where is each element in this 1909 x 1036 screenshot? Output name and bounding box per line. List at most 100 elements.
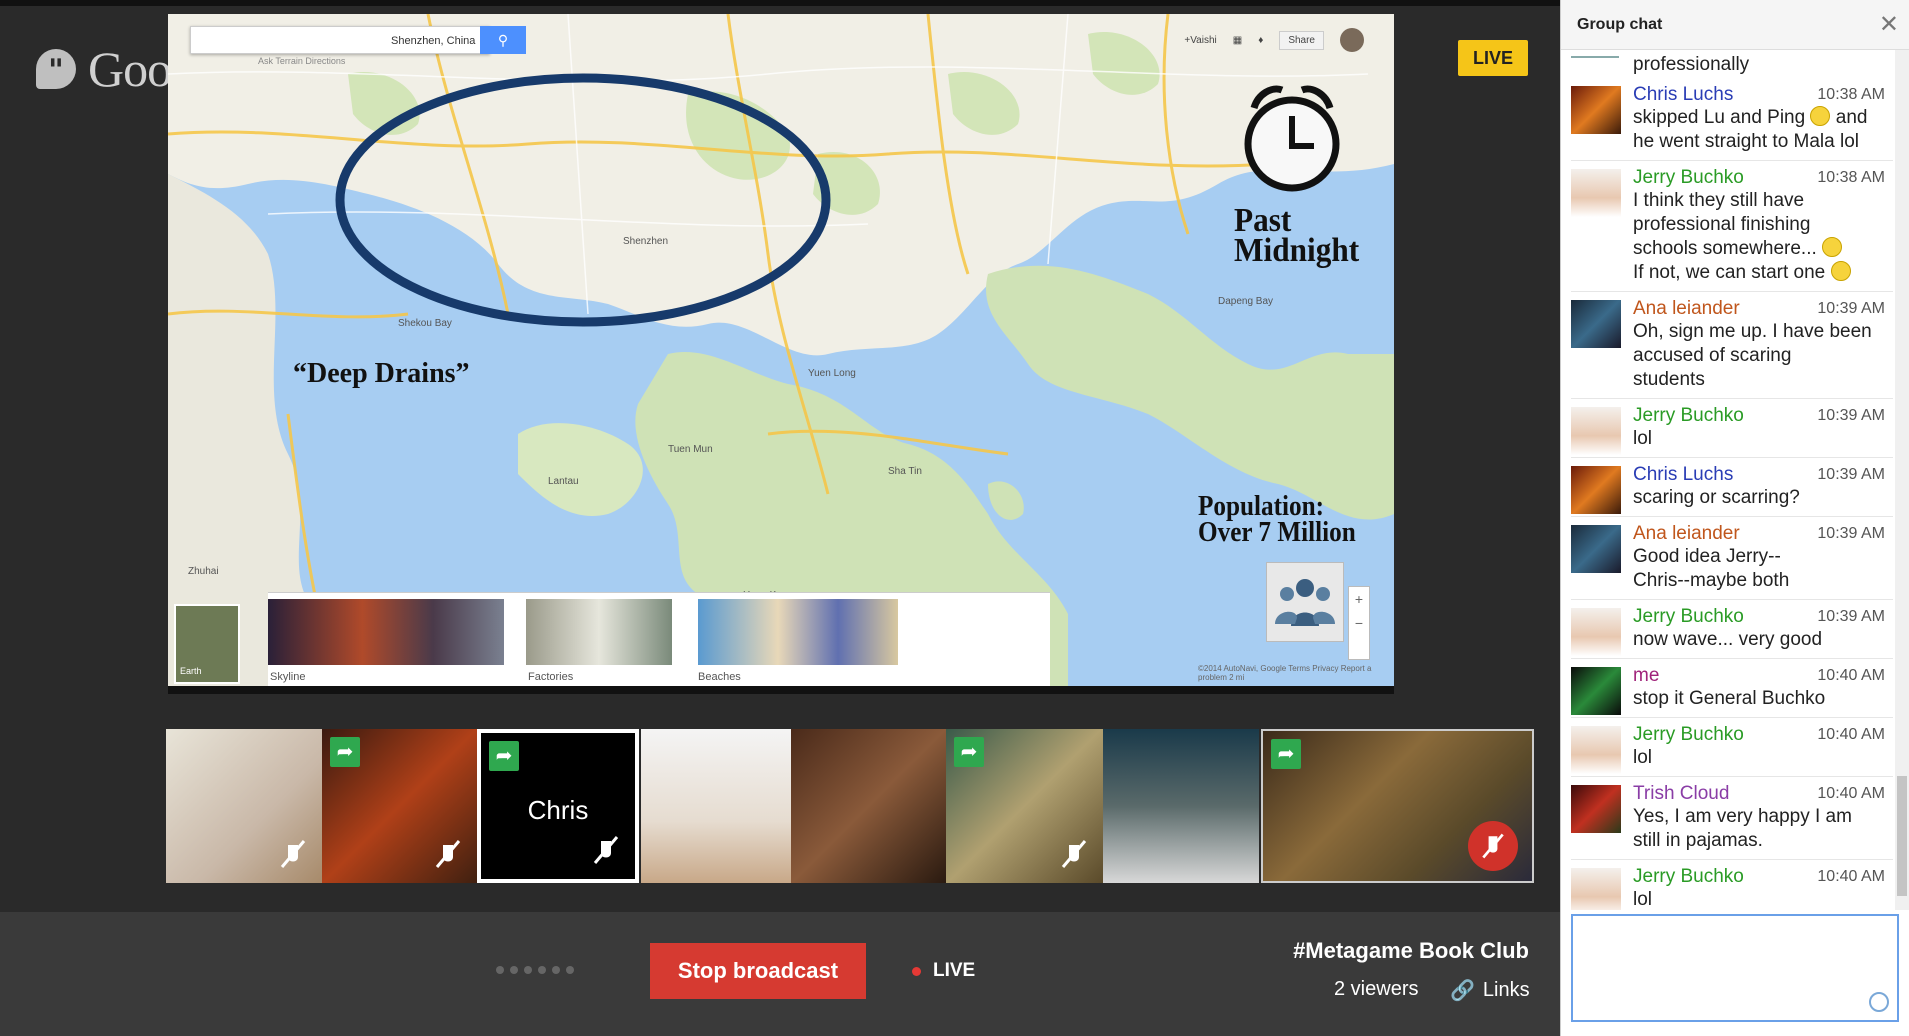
map-search-button[interactable]: ⚲ bbox=[480, 26, 526, 54]
past-midnight-line-2: Midnight bbox=[1234, 232, 1360, 269]
screenshare-icon: ➦ bbox=[1271, 739, 1301, 769]
chat-avatar[interactable] bbox=[1571, 466, 1621, 514]
chat-message-text: skipped Lu and Ping and bbox=[1633, 106, 1868, 128]
chat-timestamp: 10:40 AM bbox=[1817, 667, 1885, 684]
chat-message-text: accused of scaring bbox=[1633, 345, 1792, 366]
chat-message-text: I think they still have bbox=[1633, 190, 1805, 211]
people-group-icon bbox=[1266, 562, 1344, 642]
link-icon: 🔗 bbox=[1450, 980, 1475, 1002]
notification-bell-icon[interactable]: ♦ bbox=[1258, 35, 1263, 46]
map-search-options[interactable]: Ask Terrain Directions bbox=[258, 56, 345, 66]
participant-tile-2[interactable]: ➦ bbox=[322, 729, 477, 883]
main-stage-video[interactable]: Shenzhen Hong Kong Zhuhai Shekou Bay Dap… bbox=[168, 14, 1394, 694]
map-user-link[interactable]: +Vaishi bbox=[1184, 35, 1216, 46]
map-share-button[interactable]: Share bbox=[1279, 30, 1324, 50]
viewer-count: 2 viewers bbox=[1334, 978, 1419, 1000]
emoji-icon[interactable] bbox=[1869, 992, 1889, 1012]
map-place-zhuhai: Zhuhai bbox=[188, 566, 219, 577]
chat-message-text: professionally bbox=[1633, 54, 1750, 75]
thumb-factories[interactable] bbox=[526, 599, 672, 665]
chat-message-text: scaring or scarring? bbox=[1633, 487, 1800, 508]
apps-grid-icon[interactable]: ▦ bbox=[1233, 35, 1242, 46]
chat-message-text: Oh, sign me up. I have been bbox=[1633, 321, 1872, 342]
participant-tile-8[interactable]: ➦ bbox=[1261, 729, 1534, 883]
chat-message: Jerry Buchko 10:40 AM lol bbox=[1571, 860, 1893, 910]
thumb-beaches[interactable] bbox=[698, 599, 898, 665]
chat-message-text: If not, we can start one bbox=[1633, 261, 1893, 285]
event-title[interactable]: #Metagame Book Club bbox=[1293, 938, 1529, 964]
participant-tile-6[interactable]: ➦ bbox=[946, 729, 1103, 883]
map-photo-carousel: Skyline Factories Beaches bbox=[268, 592, 1050, 686]
thumb-skyline[interactable] bbox=[268, 599, 504, 665]
participant-tile-1[interactable] bbox=[166, 729, 322, 883]
chat-message: Jerry Buchko 10:39 AM lol bbox=[1571, 399, 1893, 458]
chat-message-text: lol bbox=[1633, 428, 1653, 449]
mic-muted-icon bbox=[280, 840, 306, 868]
map-account-avatar[interactable] bbox=[1340, 28, 1364, 52]
mic-muted-red-icon[interactable] bbox=[1468, 821, 1518, 871]
thumb-label-skyline: Skyline bbox=[270, 671, 306, 683]
map-place-tuen-mun: Tuen Mun bbox=[668, 444, 713, 455]
screenshare-icon: ➦ bbox=[489, 741, 519, 771]
participant-name: Chris bbox=[527, 795, 589, 825]
chat-message-text: he went straight to Mala lol bbox=[1633, 131, 1860, 152]
past-midnight-label: Past Midnight bbox=[1234, 204, 1360, 269]
deep-drains-label: “Deep Drains” bbox=[293, 358, 470, 389]
smiley-emoji-icon bbox=[1810, 106, 1831, 126]
smiley-emoji-icon bbox=[1830, 261, 1851, 281]
map-place-yuen-long: Yuen Long bbox=[808, 368, 856, 379]
chat-timestamp: 10:40 AM bbox=[1817, 726, 1885, 743]
chat-message: Chris Luchs 10:38 AM skipped Lu and Ping a… bbox=[1571, 78, 1893, 161]
chat-title: Group chat bbox=[1577, 16, 1663, 33]
chat-timestamp: 10:39 AM bbox=[1817, 466, 1885, 483]
map-place-lantau: Lantau bbox=[548, 476, 579, 487]
map-zoom-control[interactable]: + − bbox=[1348, 586, 1370, 660]
zoom-out-icon[interactable]: − bbox=[1349, 611, 1369, 635]
screenshare-icon: ➦ bbox=[954, 737, 984, 767]
chat-avatar[interactable] bbox=[1571, 300, 1621, 348]
participant-tile-chris[interactable]: ➦ Chris bbox=[477, 729, 639, 883]
map-place-dapeng: Dapeng Bay bbox=[1218, 296, 1273, 307]
chat-message-list[interactable]: professionally Chris Luchs 10:38 AM skippe… bbox=[1561, 50, 1893, 910]
chat-message: Jerry Buchko 10:39 AM now wave... very goo… bbox=[1571, 600, 1893, 659]
chat-avatar[interactable] bbox=[1571, 608, 1621, 656]
thumb-label-factories: Factories bbox=[528, 671, 574, 683]
chat-message-text: stop it General Buchko bbox=[1633, 688, 1826, 709]
close-icon[interactable]: ✕ bbox=[1879, 10, 1899, 39]
chat-avatar[interactable] bbox=[1571, 86, 1621, 134]
chat-timestamp: 10:40 AM bbox=[1817, 785, 1885, 802]
links-button[interactable]: 🔗 Links bbox=[1450, 978, 1530, 1003]
chat-avatar[interactable] bbox=[1571, 868, 1621, 910]
chat-avatar[interactable] bbox=[1571, 407, 1621, 455]
chat-avatar[interactable] bbox=[1571, 785, 1621, 833]
chat-scrollbar[interactable] bbox=[1895, 50, 1909, 910]
map-search-input[interactable]: Shenzhen, China bbox=[190, 26, 490, 54]
group-chat-panel: Group chat ✕ professionally Chris Luchs 1… bbox=[1560, 0, 1909, 1036]
chat-header: Group chat ✕ bbox=[1561, 0, 1909, 50]
participant-tile-7[interactable] bbox=[1103, 729, 1259, 883]
chat-message-text: now wave... very good bbox=[1633, 629, 1823, 650]
stop-broadcast-button[interactable]: Stop broadcast bbox=[650, 943, 866, 999]
chat-message-text: lol bbox=[1633, 747, 1653, 768]
live-dot-icon bbox=[912, 966, 921, 976]
chat-input-box[interactable] bbox=[1571, 914, 1899, 1022]
chat-message-text: Yes, I am very happy I am bbox=[1633, 806, 1852, 827]
chat-message-text: lol bbox=[1633, 889, 1653, 910]
chat-message-input[interactable] bbox=[1573, 916, 1897, 1020]
chat-message-text: Chris--maybe both bbox=[1633, 570, 1790, 591]
participant-tile-4[interactable] bbox=[641, 729, 791, 883]
chat-message-text: Good idea Jerry-- bbox=[1633, 546, 1781, 567]
links-label: Links bbox=[1482, 979, 1530, 1001]
hangout-on-air-window: " Google+ bbox=[0, 0, 1909, 1036]
chat-avatar[interactable] bbox=[1571, 525, 1621, 573]
map-place-shekou: Shekou Bay bbox=[398, 318, 452, 329]
zoom-in-icon[interactable]: + bbox=[1349, 587, 1369, 611]
pagination-dots[interactable] bbox=[496, 966, 574, 974]
chat-timestamp: 10:39 AM bbox=[1817, 608, 1885, 625]
participant-tile-5[interactable] bbox=[791, 729, 946, 883]
chat-avatar[interactable] bbox=[1571, 667, 1621, 715]
earth-view-toggle[interactable]: Earth bbox=[174, 604, 240, 684]
chat-avatar[interactable] bbox=[1571, 169, 1621, 217]
chat-avatar[interactable] bbox=[1571, 726, 1621, 774]
chat-timestamp: 10:39 AM bbox=[1817, 407, 1885, 424]
